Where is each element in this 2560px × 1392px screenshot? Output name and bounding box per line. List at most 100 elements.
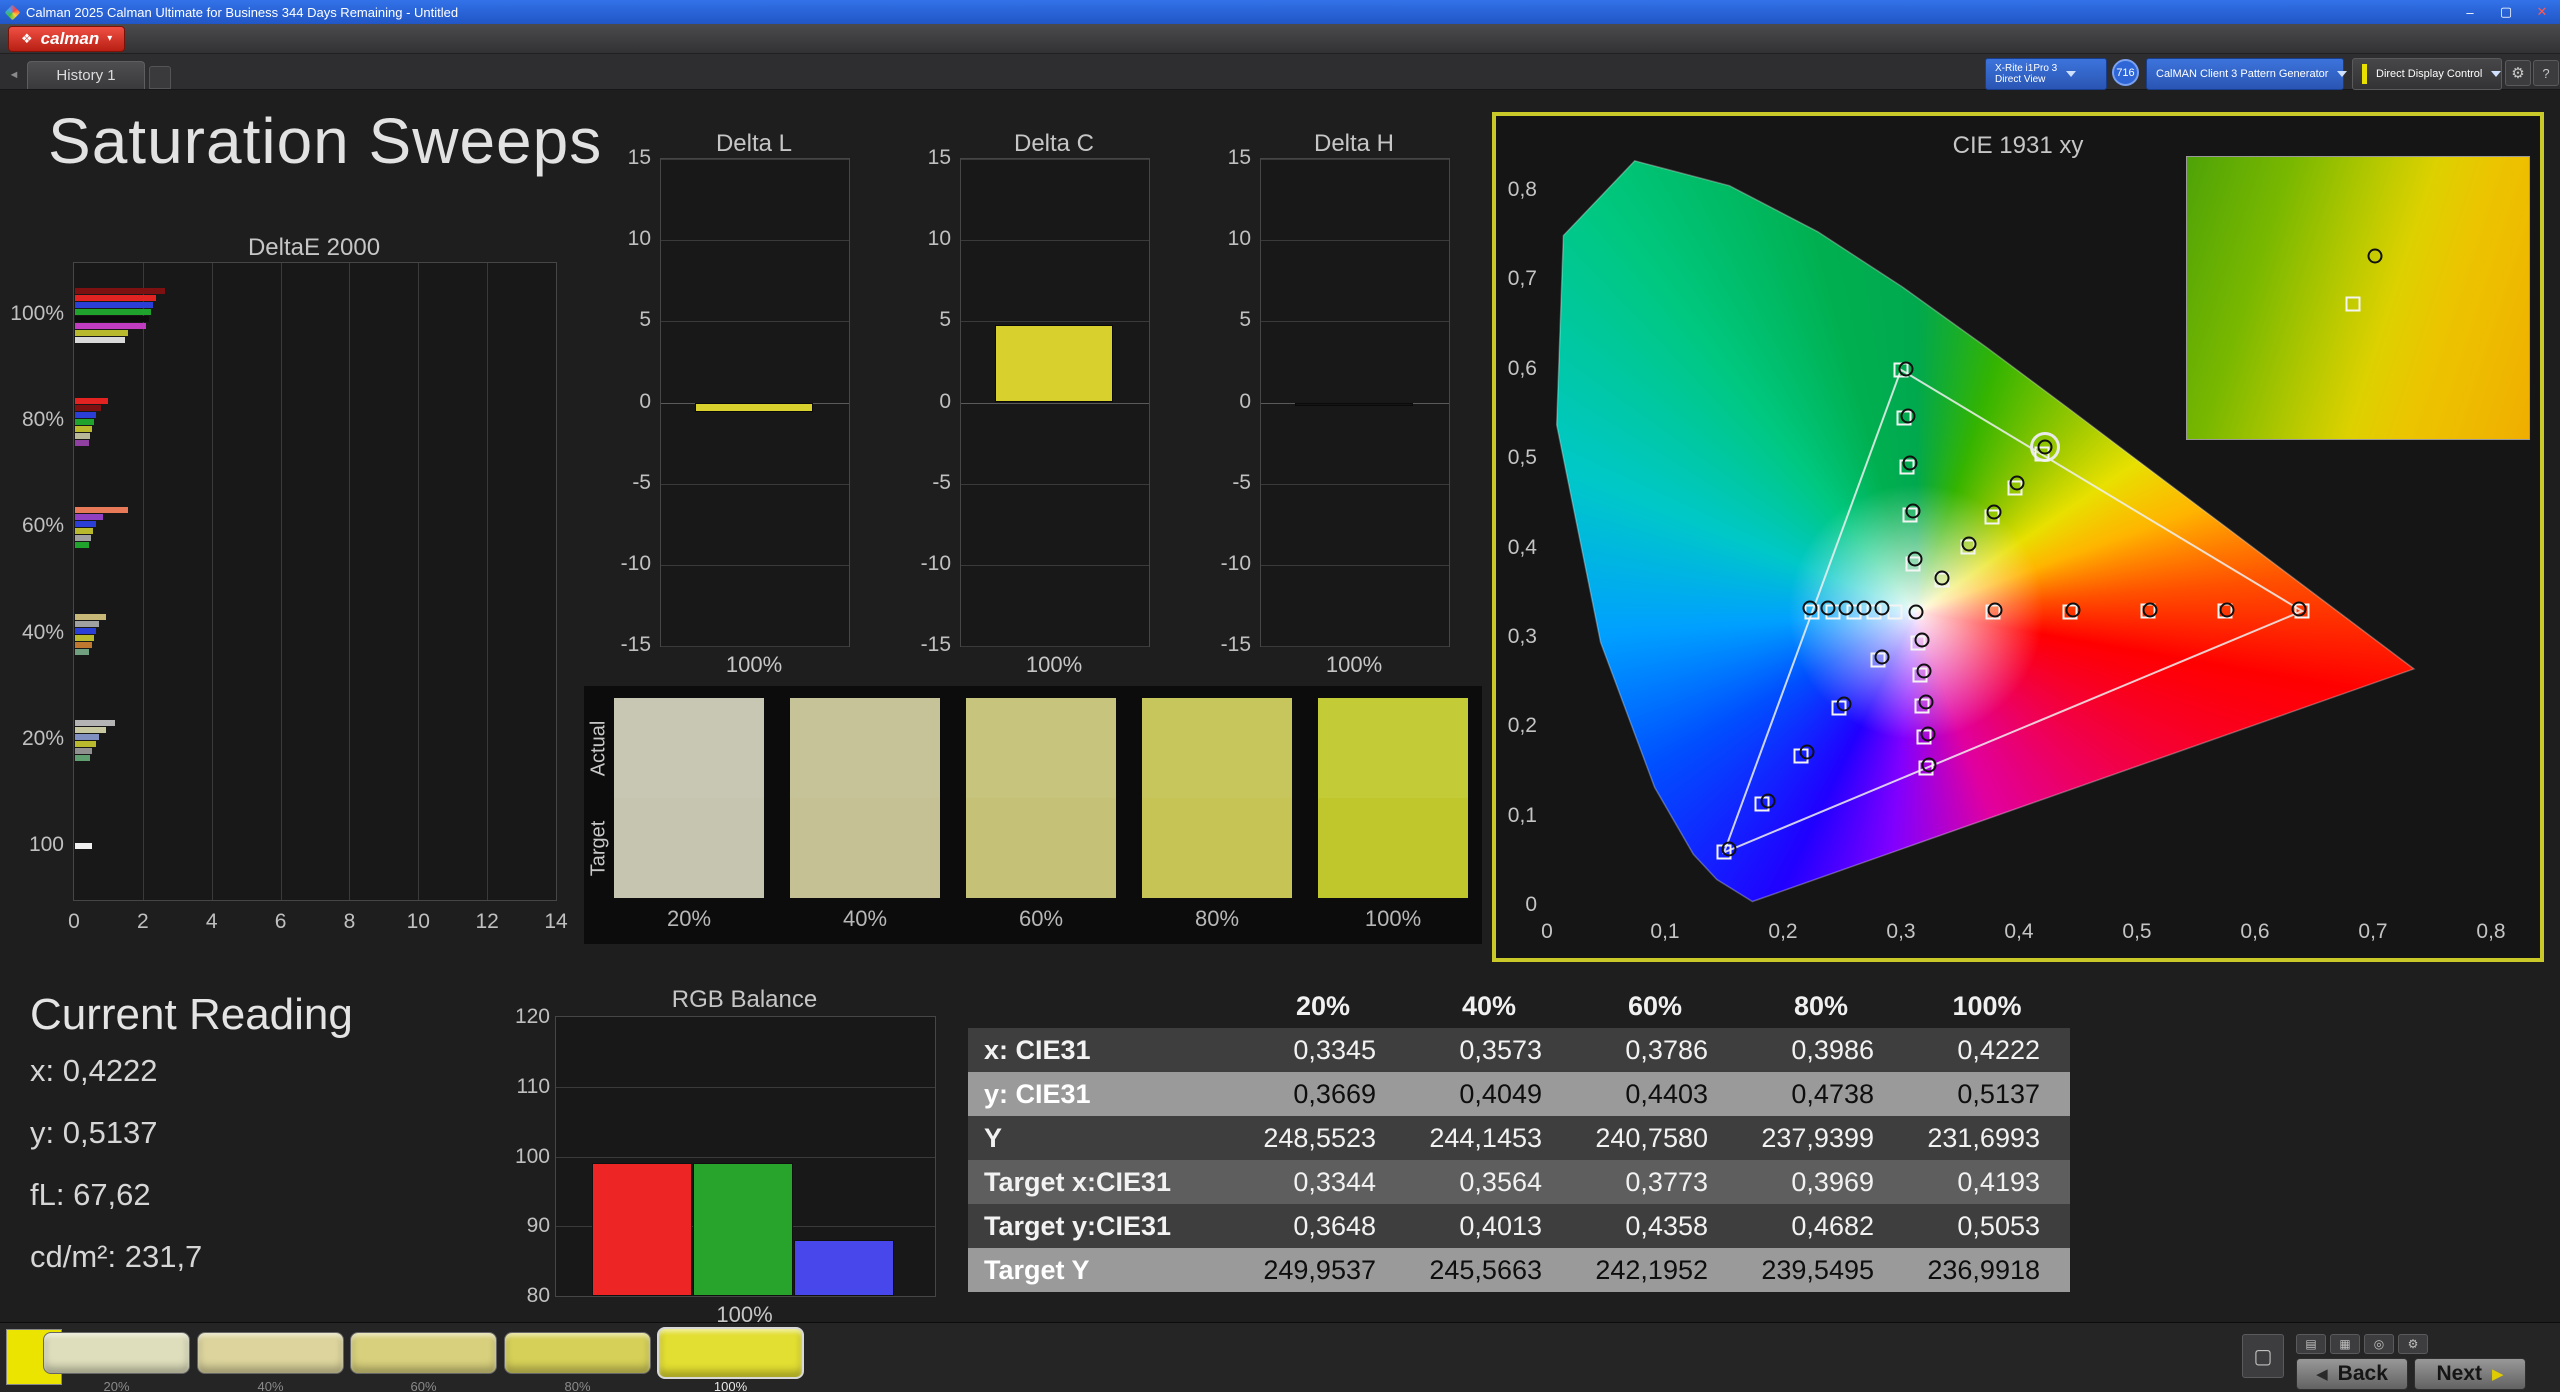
new-tab-button[interactable]	[149, 66, 171, 89]
bar	[75, 507, 128, 513]
color-patch	[790, 698, 940, 898]
tab-scroll-button[interactable]: ◄	[5, 65, 23, 84]
patch-level-button-40%[interactable]	[197, 1332, 344, 1374]
measured-marker	[2010, 475, 2025, 490]
bar	[75, 412, 96, 418]
back-button-label: Back	[2338, 1362, 2388, 1386]
delta-l-chart[interactable]: Delta L 151050-5-10-15 100%	[598, 128, 856, 673]
measured-marker	[2038, 439, 2053, 454]
color-patch-target	[790, 798, 940, 898]
bar	[75, 288, 165, 294]
table-cell: 0,4738	[1738, 1072, 1904, 1116]
pattern-window-button[interactable]: ▢	[2242, 1334, 2284, 1378]
delta-c-chart[interactable]: Delta C 151050-5-10-15 100%	[898, 128, 1156, 673]
patch-level-button-60%[interactable]	[350, 1332, 497, 1374]
help-button[interactable]: ?	[2533, 60, 2559, 86]
bar	[75, 741, 96, 747]
target-icon: ◎	[2374, 1337, 2384, 1351]
meter-selector-button[interactable]: X-Rite i1Pro 3 Direct View	[1985, 58, 2107, 90]
bar	[75, 440, 89, 446]
color-patch	[1318, 698, 1468, 898]
axis-tick-label: 0,8	[2461, 920, 2521, 944]
gridline	[487, 263, 488, 900]
x-axis-caption: 100%	[960, 652, 1148, 678]
axis-category-label: 20%	[6, 727, 64, 751]
axis-tick-label: 80	[496, 1284, 550, 1308]
deltae-2000-chart[interactable]: DeltaE 2000 02468101214100%80%60%40%20%1…	[16, 234, 576, 924]
patch-level-button-20%[interactable]	[43, 1332, 190, 1374]
axis-tick-label: 5	[897, 308, 951, 332]
table-cell: 0,3786	[1572, 1028, 1738, 1072]
patch-level-button-80%[interactable]	[504, 1332, 651, 1374]
patch-column-label: 80%	[1142, 906, 1292, 932]
delta-bar	[1295, 403, 1413, 406]
axis-tick-label: 0,1	[1491, 804, 1537, 828]
bar	[75, 405, 101, 411]
calman-app-window: Calman 2025 Calman Ultimate for Business…	[0, 0, 2560, 1392]
axis-tick-label: 15	[1197, 146, 1251, 170]
table-cell: 0,4358	[1572, 1204, 1738, 1248]
delta-bar	[695, 403, 813, 413]
calman-menu-button[interactable]: ❖ calman ▾	[8, 26, 125, 52]
axis-tick-label: 5	[1197, 308, 1251, 332]
color-patch-target	[1142, 798, 1292, 898]
measured-marker	[1837, 697, 1852, 712]
maximize-button[interactable]: ▢	[2488, 0, 2524, 24]
settings-gear-button[interactable]: ⚙	[2505, 60, 2531, 86]
x-axis-caption: 100%	[660, 652, 848, 678]
close-button[interactable]: ✕	[2524, 0, 2560, 24]
layout-icon: ▤	[2305, 1337, 2316, 1351]
measured-marker	[1908, 604, 1923, 619]
gridline	[961, 646, 1149, 647]
back-button[interactable]: ◀ Back	[2296, 1358, 2408, 1390]
rgb-balance-chart[interactable]: RGB Balance 1201101009080 100%	[498, 986, 948, 1316]
delta-h-chart[interactable]: Delta H 151050-5-10-15 100%	[1198, 128, 1456, 673]
bar	[75, 302, 153, 308]
measured-marker	[1857, 600, 1872, 615]
table-cell: 0,3573	[1406, 1028, 1572, 1072]
back-arrow-icon: ◀	[2316, 1365, 2328, 1383]
cie-1931-xy-chart[interactable]: CIE 1931 xy 00,10,20,30,40,50,60,70,80,8…	[1492, 112, 2544, 962]
table-cell: 236,9918	[1904, 1248, 2070, 1292]
table-cell: 0,3969	[1738, 1160, 1904, 1204]
measured-marker	[1918, 695, 1933, 710]
axis-tick-label: 0	[1491, 893, 1537, 917]
cie-zoom-inset	[2186, 156, 2530, 440]
axis-tick-label: 10	[396, 910, 440, 934]
next-button[interactable]: Next ▶	[2414, 1358, 2526, 1390]
pattern-source-label: CalMAN Client 3 Pattern Generator	[2156, 68, 2328, 80]
axis-tick-label: 0,7	[2343, 920, 2403, 944]
table-cell: 231,6993	[1904, 1116, 2070, 1160]
gridline	[1261, 159, 1449, 160]
patch-column-label: 60%	[966, 906, 1116, 932]
gridline	[281, 263, 282, 900]
minimize-button[interactable]: –	[2452, 0, 2488, 24]
settings-tool-button[interactable]: ⚙	[2398, 1334, 2428, 1354]
bar	[75, 642, 92, 648]
gridline	[661, 565, 849, 566]
axis-tick-label: 8	[327, 910, 371, 934]
target-tool-button[interactable]: ◎	[2364, 1334, 2394, 1354]
chevron-down-icon	[2066, 71, 2076, 77]
axis-tick-label: 0,6	[1491, 357, 1537, 381]
pattern-source-button[interactable]: CalMAN Client 3 Pattern Generator	[2146, 58, 2344, 90]
axis-tick-label: 4	[190, 910, 234, 934]
color-patch-actual	[1142, 698, 1292, 798]
patch-level-button-100%[interactable]	[657, 1327, 804, 1379]
axis-tick-label: 0,3	[1491, 625, 1537, 649]
bar	[75, 514, 103, 520]
tab-history-1[interactable]: History 1	[27, 61, 145, 89]
display-control-button[interactable]: Direct Display Control	[2352, 58, 2502, 90]
axis-tick-label: 6	[259, 910, 303, 934]
layout-tool-button[interactable]: ▤	[2296, 1334, 2326, 1354]
bar	[75, 330, 128, 336]
actual-target-patches[interactable]: Actual Target 20%40%60%80%100%	[584, 686, 1482, 944]
measured-marker	[2142, 602, 2157, 617]
grid-tool-button[interactable]: ▦	[2330, 1334, 2360, 1354]
bar	[75, 521, 96, 527]
gridline	[961, 321, 1149, 322]
measured-marker	[1915, 632, 1930, 647]
gridline	[143, 263, 144, 900]
color-patch	[614, 698, 764, 898]
page-title: Saturation Sweeps	[48, 104, 602, 178]
